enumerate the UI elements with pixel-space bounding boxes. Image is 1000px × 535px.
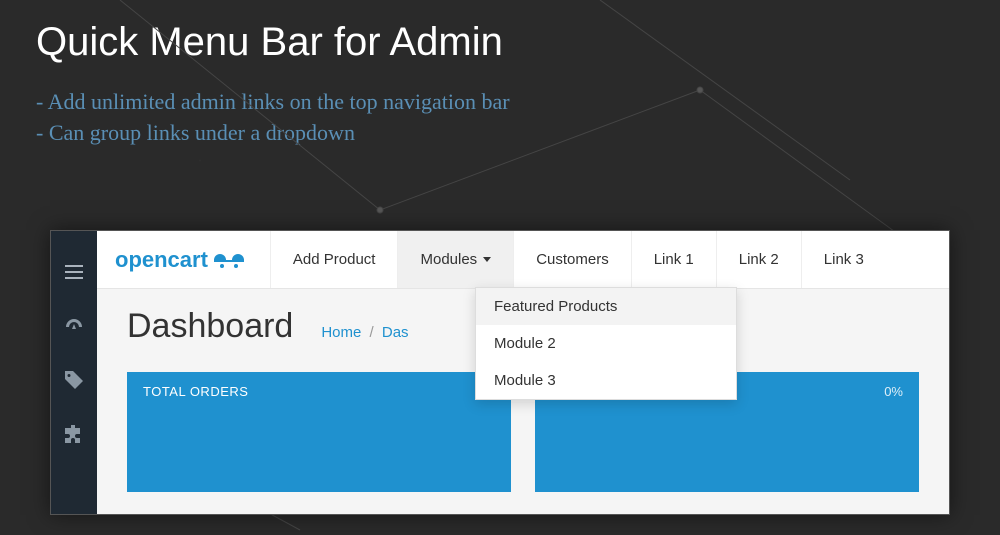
card-percent: 0% <box>884 384 903 399</box>
modules-dropdown: Featured Products Module 2 Module 3 <box>475 287 737 400</box>
nav-link-2[interactable]: Link 2 <box>716 231 801 288</box>
nav-label: Link 3 <box>824 251 864 268</box>
admin-topbar: opencart Add Product Modules Customers L… <box>97 231 949 289</box>
nav-label: Link 1 <box>654 251 694 268</box>
hero-title: Quick Menu Bar for Admin <box>0 0 1000 65</box>
dropdown-item-module-2[interactable]: Module 2 <box>476 325 736 362</box>
nav-link-1[interactable]: Link 1 <box>631 231 716 288</box>
breadcrumb: Home / Das <box>321 324 408 341</box>
dashboard-icon[interactable] <box>51 299 97 353</box>
feature-line: - Can group links under a dropdown <box>36 118 1000 149</box>
brand-name: opencart <box>115 247 208 273</box>
card-total-orders[interactable]: TOTAL ORDERS 0% <box>127 372 511 492</box>
admin-sidebar <box>51 231 97 514</box>
nav-link-3[interactable]: Link 3 <box>801 231 886 288</box>
nav-customers[interactable]: Customers <box>513 231 631 288</box>
nav-label: Add Product <box>293 251 376 268</box>
breadcrumb-current: Das <box>382 324 409 341</box>
nav-label: Link 2 <box>739 251 779 268</box>
admin-screenshot: opencart Add Product Modules Customers L… <box>50 230 950 515</box>
nav-modules[interactable]: Modules <box>397 231 513 288</box>
puzzle-icon[interactable] <box>51 407 97 461</box>
tag-icon[interactable] <box>51 353 97 407</box>
breadcrumb-home[interactable]: Home <box>321 324 361 341</box>
breadcrumb-sep: / <box>370 324 374 341</box>
nav-label: Modules <box>420 251 477 268</box>
brand-logo[interactable]: opencart <box>97 231 270 288</box>
page-title: Dashboard <box>127 307 293 346</box>
card-title: TOTAL ORDERS <box>143 384 495 399</box>
admin-main: opencart Add Product Modules Customers L… <box>97 231 949 514</box>
nav-links: Add Product Modules Customers Link 1 Lin… <box>270 231 886 288</box>
dropdown-item-featured[interactable]: Featured Products <box>476 288 736 325</box>
dropdown-item-module-3[interactable]: Module 3 <box>476 362 736 399</box>
hero-features: - Add unlimited admin links on the top n… <box>0 65 1000 149</box>
feature-line: - Add unlimited admin links on the top n… <box>36 87 1000 118</box>
menu-icon[interactable] <box>51 245 97 299</box>
nav-label: Customers <box>536 251 609 268</box>
nav-add-product[interactable]: Add Product <box>270 231 398 288</box>
caret-down-icon <box>483 257 491 262</box>
